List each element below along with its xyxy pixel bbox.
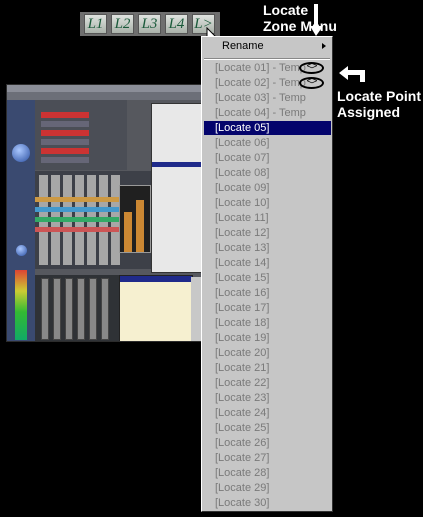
assigned-point-marker-icon: <> <box>299 61 324 74</box>
locate-menu-item[interactable]: [Locate 03] - Temp <box>204 91 331 105</box>
locate-menu-item[interactable]: [Locate 27] <box>204 451 331 465</box>
assigned-marker-label: <> <box>306 76 318 87</box>
locate-4-button[interactable]: L4 <box>165 14 188 34</box>
assigned-marker-label: <> <box>306 61 318 72</box>
volume-meter <box>15 270 27 340</box>
app-left-panel <box>7 100 35 341</box>
annotation-line-2: Assigned <box>337 104 401 120</box>
locate-zone-menu-annotation: Locate Zone Menu <box>263 2 337 34</box>
locate-menu-item[interactable]: [Locate 22] <box>204 376 331 390</box>
locate-menu-item[interactable]: [Locate 25] <box>204 421 331 435</box>
locate-menu-item[interactable]: [Locate 04] - Temp <box>204 106 331 120</box>
locate-menu-item[interactable]: [Locate 23] <box>204 391 331 405</box>
locate-menu-item[interactable]: [Locate 30] <box>204 496 331 510</box>
app-menubar <box>7 85 203 92</box>
rename-label: Rename <box>222 40 264 52</box>
file-list-panel <box>119 275 193 341</box>
locate-menu-item[interactable]: [Locate 26] <box>204 436 331 450</box>
locate-menu-item[interactable]: [Locate 14] <box>204 256 331 270</box>
locate-menu-item[interactable]: [Locate 09] <box>204 181 331 195</box>
locate-point-assigned-annotation: Locate Point Assigned <box>337 88 421 120</box>
locate-menu-item[interactable]: [Locate 11] <box>204 211 331 225</box>
locate-menu-item[interactable]: [Locate 06] <box>204 136 331 150</box>
left-arrow-icon <box>339 66 365 82</box>
annotation-line-1: Locate <box>263 2 309 18</box>
application-screenshot <box>6 84 204 342</box>
assigned-point-marker-icon: <> <box>299 76 324 89</box>
rename-menu-item[interactable]: Rename <box>202 37 332 55</box>
locate-menu-item[interactable]: [Locate 05] <box>204 121 331 135</box>
level-meter <box>119 185 151 253</box>
knob-icon <box>16 245 27 256</box>
knob-icon <box>12 144 30 162</box>
locate-zone-menu: Rename [Locate 01] - Temp [Locate 02] - T… <box>201 36 333 512</box>
app-toolbar <box>7 92 203 100</box>
locate-2-button[interactable]: L2 <box>111 14 134 34</box>
locate-menu-item[interactable]: [Locate 15] <box>204 271 331 285</box>
menu-separator <box>204 58 330 60</box>
locate-menu-item[interactable]: [Locate 29] <box>204 481 331 495</box>
locate-menu-item[interactable]: [Locate 13] <box>204 241 331 255</box>
locate-menu-item[interactable]: [Locate 17] <box>204 301 331 315</box>
locate-menu-item[interactable]: [Locate 21] <box>204 361 331 375</box>
locate-menu-item[interactable]: [Locate 24] <box>204 406 331 420</box>
annotation-line-1: Locate Point <box>337 88 422 104</box>
locate-menu-item[interactable]: [Locate 28] <box>204 466 331 480</box>
transport-controls <box>35 100 127 170</box>
locate-menu-item[interactable]: [Locate 10] <box>204 196 331 210</box>
submenu-arrow-icon <box>322 43 326 49</box>
annotation-line-2: Zone Menu <box>263 18 337 34</box>
locate-menu-item[interactable]: [Locate 16] <box>204 286 331 300</box>
small-locate-menu-preview <box>151 103 203 273</box>
locate-menu-item[interactable]: [Locate 18] <box>204 316 331 330</box>
locate-menu-item[interactable]: [Locate 20] <box>204 346 331 360</box>
locate-menu-item[interactable]: [Locate 08] <box>204 166 331 180</box>
down-arrow-icon <box>311 4 323 36</box>
locate-menu-item[interactable]: [Locate 07] <box>204 151 331 165</box>
locate-1-button[interactable]: L1 <box>84 14 107 34</box>
locate-menu-item[interactable]: [Locate 19] <box>204 331 331 345</box>
locate-3-button[interactable]: L3 <box>138 14 161 34</box>
locate-menu-item[interactable]: [Locate 12] <box>204 226 331 240</box>
